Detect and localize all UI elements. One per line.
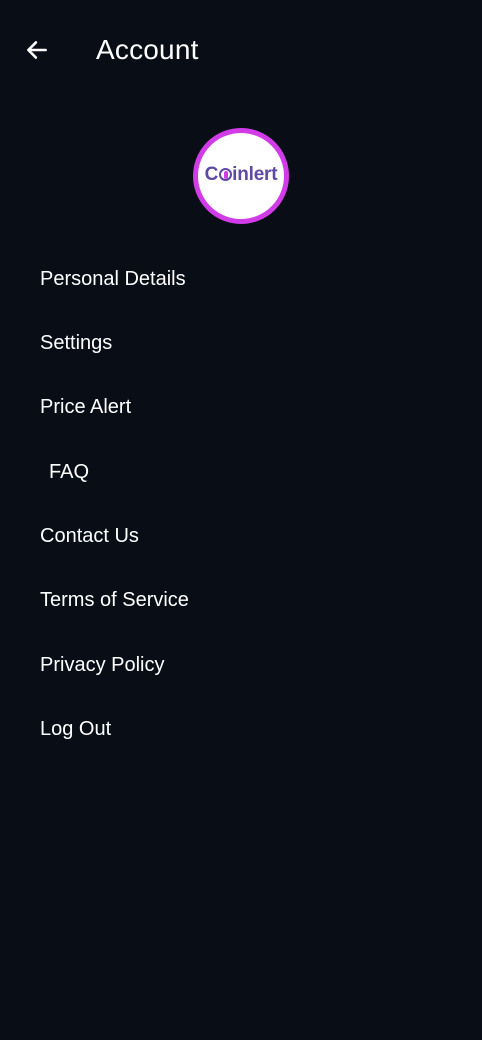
menu-item-faq[interactable]: FAQ: [26, 450, 276, 494]
menu-item-label: Log Out: [40, 718, 112, 740]
page-title: Account: [96, 34, 199, 65]
coinlert-logo: Cinlert: [205, 165, 278, 185]
logo-suffix: inlert: [232, 164, 278, 185]
logo-prefix: C: [204, 164, 219, 185]
menu-item-terms-of-service[interactable]: Terms of Service: [26, 578, 276, 622]
menu-item-label: Contact Us: [40, 525, 139, 547]
menu-item-log-out[interactable]: Log Out: [26, 707, 276, 751]
menu-item-label: Privacy Policy: [40, 654, 165, 676]
menu-item-settings[interactable]: Settings: [26, 321, 276, 365]
menu-item-contact-us[interactable]: Contact Us: [26, 514, 276, 558]
menu-item-label: Settings: [40, 332, 113, 354]
app-header: Account: [0, 0, 482, 100]
menu-item-label: Personal Details: [40, 268, 186, 290]
menu-item-price-alert[interactable]: Price Alert: [26, 385, 276, 429]
menu-item-privacy-policy[interactable]: Privacy Policy: [26, 643, 276, 687]
menu-item-label: Terms of Service: [40, 589, 189, 611]
menu-item-personal-details[interactable]: Personal Details: [26, 257, 276, 301]
arrow-left-icon: [27, 41, 47, 59]
coin-icon: [218, 168, 232, 181]
menu-item-label: FAQ: [49, 461, 90, 483]
account-screen: Account Cinlert Personal Details Setting…: [0, 0, 482, 1040]
back-button[interactable]: [16, 29, 58, 71]
avatar[interactable]: Cinlert: [193, 128, 289, 224]
menu-item-label: Price Alert: [40, 396, 132, 418]
